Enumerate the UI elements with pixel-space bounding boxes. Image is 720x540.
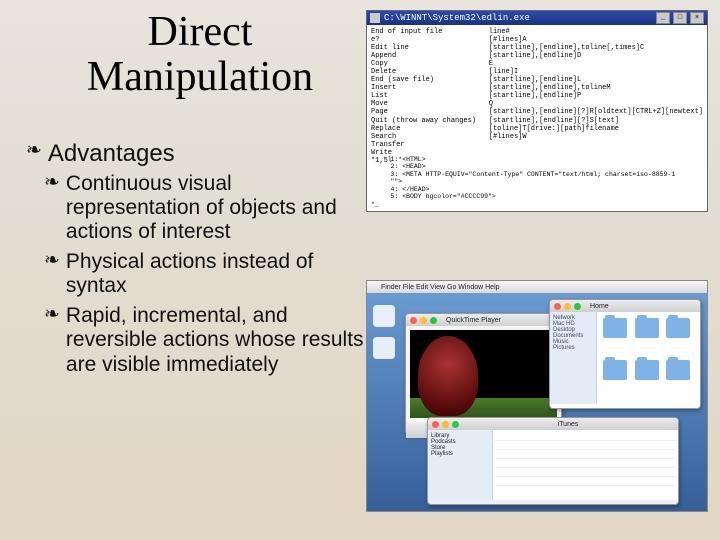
menubar-items[interactable]: Finder File Edit View Go Window Help — [381, 284, 500, 291]
track-list[interactable] — [493, 430, 678, 500]
bullet-text: Physical actions instead of syntax — [66, 250, 366, 298]
mac-menubar: Finder File Edit View Go Window Help — [367, 281, 707, 293]
finder-body: Network Mac HD Desktop Documents Music P… — [550, 312, 700, 404]
itunes-window[interactable]: iTunes Library Podcasts Store Playlists — [427, 417, 679, 505]
close-icon[interactable] — [410, 317, 417, 324]
list-item[interactable] — [495, 477, 676, 486]
terminal-title: C:\WINNT\System32\edlin.exe — [384, 13, 530, 23]
flourish-icon: ❧ — [44, 304, 60, 376]
minimize-button[interactable]: _ — [656, 12, 670, 24]
hd-icon[interactable] — [373, 337, 395, 359]
close-icon[interactable] — [432, 421, 439, 428]
finder-content — [597, 312, 700, 404]
itunes-sidebar[interactable]: Library Podcasts Store Playlists — [428, 430, 493, 500]
minimize-icon[interactable] — [442, 421, 449, 428]
minimize-icon[interactable] — [564, 303, 571, 310]
finder-sidebar[interactable]: Network Mac HD Desktop Documents Music P… — [550, 312, 597, 404]
window-buttons: _ □ × — [656, 12, 704, 24]
window-title: QuickTime Player — [446, 317, 501, 324]
folder-icon[interactable] — [635, 360, 659, 380]
slide: Direct Manipulation ❧ Advantages ❧ Conti… — [0, 0, 720, 540]
folder-icon[interactable] — [603, 318, 627, 338]
list-item[interactable] — [495, 468, 676, 477]
video-frame — [410, 330, 557, 418]
zoom-icon[interactable] — [574, 303, 581, 310]
bullet-text: Rapid, incremental, and reversible actio… — [66, 304, 366, 376]
folder-icon[interactable] — [635, 318, 659, 338]
desktop-screenshot: Finder File Edit View Go Window Help Qui… — [366, 280, 708, 512]
itunes-body: Library Podcasts Store Playlists — [428, 430, 678, 500]
zoom-icon[interactable] — [430, 317, 437, 324]
flourish-icon: ❧ — [44, 172, 60, 244]
finder-window[interactable]: Home Network Mac HD Desktop Documents Mu… — [549, 299, 701, 409]
text-content: ❧ Advantages ❧ Continuous visual represe… — [26, 140, 366, 383]
title-line1: Direct — [148, 9, 253, 55]
window-title: iTunes — [558, 421, 579, 428]
heading: Advantages — [48, 140, 175, 168]
terminal-titlebar: C:\WINNT\System32\edlin.exe _ □ × — [367, 11, 707, 25]
folder-icon[interactable] — [603, 360, 627, 380]
hd-icon[interactable] — [373, 305, 395, 327]
slide-title: Direct Manipulation — [60, 10, 340, 101]
bullet-2: ❧ Physical actions instead of syntax — [44, 250, 366, 298]
window-titlebar[interactable]: Home — [550, 300, 700, 312]
flourish-icon: ❧ — [44, 250, 60, 298]
close-icon[interactable] — [554, 303, 561, 310]
folder-icon[interactable] — [666, 318, 690, 338]
app-icon — [370, 13, 380, 23]
flourish-icon: ❧ — [26, 140, 42, 168]
bullet-3: ❧ Rapid, incremental, and reversible act… — [44, 304, 366, 376]
list-item[interactable] — [495, 441, 676, 450]
tree-foliage — [418, 336, 478, 416]
window-title: Home — [590, 303, 609, 310]
desktop-icons — [373, 305, 395, 359]
bullet-1: ❧ Continuous visual representation of ob… — [44, 172, 366, 244]
close-button[interactable]: × — [690, 12, 704, 24]
heading-row: ❧ Advantages — [26, 140, 366, 168]
window-titlebar[interactable]: iTunes — [428, 418, 678, 430]
list-item[interactable] — [495, 450, 676, 459]
bullet-text: Continuous visual representation of obje… — [66, 172, 366, 244]
folder-icon[interactable] — [666, 360, 690, 380]
window-titlebar[interactable]: QuickTime Player — [406, 314, 561, 326]
minimize-icon[interactable] — [420, 317, 427, 324]
list-item[interactable] — [495, 459, 676, 468]
terminal-screenshot: C:\WINNT\System32\edlin.exe _ □ × End of… — [366, 10, 708, 212]
terminal-body: End of input file e? Edit line Append Co… — [367, 25, 707, 211]
maximize-button[interactable]: □ — [673, 12, 687, 24]
list-item[interactable] — [495, 432, 676, 441]
title-line2: Manipulation — [87, 54, 313, 100]
zoom-icon[interactable] — [452, 421, 459, 428]
terminal-lower: 1:*<HTML> 2: <HEAD> 3: <META HTTP-EQUIV=… — [371, 156, 703, 208]
